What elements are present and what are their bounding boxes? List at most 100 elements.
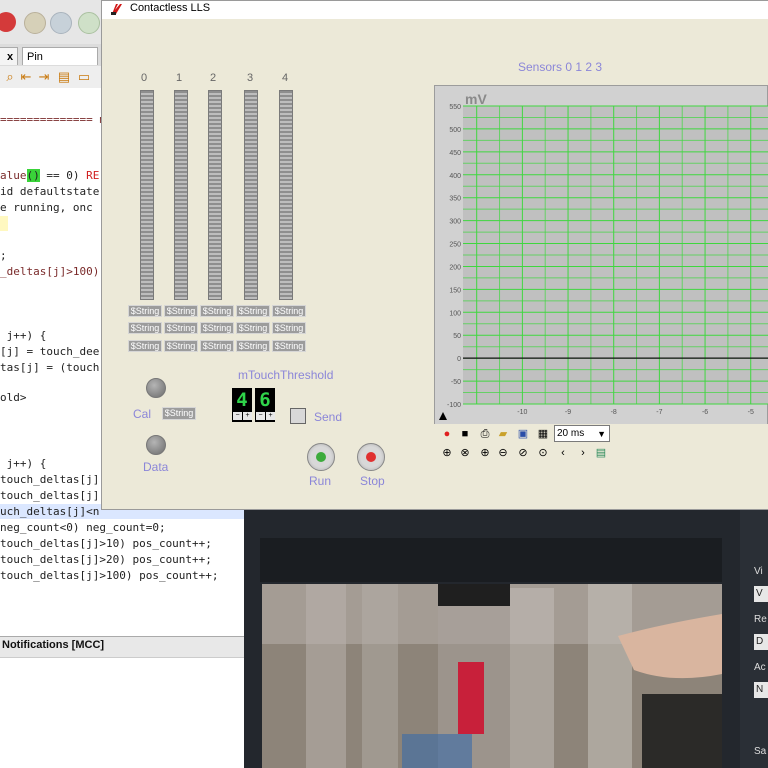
data-indicator-led — [146, 435, 166, 455]
window-titlebar[interactable]: Contactless LLS — [102, 1, 768, 19]
y-tick-label: -100 — [447, 402, 461, 409]
sensor-column-label: 4 — [282, 72, 289, 84]
side-control[interactable]: D — [754, 634, 768, 650]
send-checkbox[interactable] — [290, 408, 306, 424]
side-control[interactable]: V — [754, 586, 768, 602]
code-line: [j] = touch_dee — [0, 345, 100, 358]
chart-title: Sensors 0 1 2 3 — [518, 60, 603, 74]
find-next-icon[interactable]: ⇥ — [36, 69, 52, 84]
video-player-window: Vi V Re D Ac N Sa — [244, 510, 768, 768]
code-line: touch_deltas[j]>10) pos_count++; — [0, 537, 212, 550]
y-tick-label: 200 — [449, 264, 461, 271]
video-frame[interactable] — [262, 584, 722, 768]
search-icon[interactable]: ⌕ — [2, 69, 18, 84]
threshold-digit-value: 4 — [236, 389, 248, 411]
player-side-panel: Vi V Re D Ac N Sa — [740, 510, 768, 768]
sensor-level-bar — [244, 90, 258, 300]
sensor-level-bar — [140, 90, 154, 300]
y-tick-label: 0 — [457, 356, 461, 363]
x-tick-label: -9 — [565, 409, 571, 416]
y-tick-label: 100 — [449, 310, 461, 317]
find-previous-icon[interactable]: ⇤ — [18, 69, 34, 84]
editor-tab-previous[interactable]: x — [0, 47, 18, 65]
time-scale-value: 20 ms — [557, 428, 585, 439]
side-control[interactable]: N — [754, 682, 768, 698]
toggle-bookmark-icon[interactable]: ▭ — [76, 69, 92, 84]
code-line: neg_count<0) neg_count=0; — [0, 521, 166, 534]
zoom-x-icon[interactable]: ⊗ — [458, 446, 472, 460]
zoom-fit-icon[interactable]: ⊕ — [440, 446, 454, 460]
y-axis-label: mV — [465, 91, 487, 107]
side-label: Re — [754, 614, 767, 625]
cal-string-field: $String — [162, 407, 196, 420]
stop-indicator-icon — [366, 452, 376, 462]
time-scale-select[interactable]: 20 ms ▼ — [554, 425, 610, 442]
y-tick-label: 550 — [449, 104, 461, 111]
sensor-string-field: $String — [128, 322, 162, 334]
sensor-string-field: $String — [272, 305, 306, 317]
x-tick-label: -5 — [748, 409, 754, 416]
code-line: j++) { — [0, 329, 47, 342]
sensor-level-bar — [208, 90, 222, 300]
toggle-highlight-icon[interactable]: ▤ — [56, 69, 72, 84]
stop-build-icon[interactable] — [0, 12, 16, 32]
zoom-pan-icon[interactable]: ⊙ — [536, 446, 550, 460]
decrement-icon[interactable]: − — [233, 412, 242, 420]
record-icon[interactable]: ● — [440, 427, 454, 441]
sensor-column-label: 1 — [176, 72, 183, 84]
threshold-digit-value: 6 — [259, 389, 271, 411]
threshold-label: mTouchThreshold — [238, 368, 334, 382]
side-label: Ac — [754, 662, 766, 673]
code-line-blank — [0, 216, 8, 231]
code-line: _deltas[j]>100) — [0, 265, 100, 278]
y-tick-label: 50 — [453, 333, 461, 340]
side-label: Sa — [754, 746, 767, 757]
tab-pin-module[interactable]: Pin Modulex — [22, 47, 98, 81]
sensor-column-label: 0 — [141, 72, 148, 84]
sensor-string-field: $String — [164, 322, 198, 334]
chart-plot: 550500450400350300250200150100500-50-100… — [439, 91, 768, 420]
notifications-panel-tab[interactable]: Notifications [MCC] — [0, 636, 244, 658]
history-icon[interactable]: ▤ — [594, 446, 608, 460]
run-button[interactable] — [307, 443, 335, 471]
increment-icon[interactable]: + — [266, 412, 275, 420]
y-tick-label: 400 — [449, 173, 461, 180]
notifications-label: Notifications [MCC] — [2, 639, 105, 651]
pause-icon[interactable] — [24, 12, 46, 34]
sensor-chart[interactable]: 550 500 450 400 350 300 250 200 150 100 50 0 -50 -100… — [434, 85, 768, 425]
zoom-out-icon[interactable]: ⊖ — [496, 446, 510, 460]
window-title: Contactless LLS — [130, 2, 211, 14]
sensor-string-field: $String — [128, 305, 162, 317]
zoom-reset-icon[interactable]: ⊘ — [516, 446, 530, 460]
save-icon[interactable]: ▣ — [516, 427, 530, 441]
stop-button[interactable] — [357, 443, 385, 471]
sensor-string-field: $String — [200, 305, 234, 317]
y-tick-label: 150 — [449, 287, 461, 294]
x-tick-label: -6 — [702, 409, 708, 416]
threshold-digit-tens[interactable]: 4 − + — [232, 388, 252, 422]
scroll-right-icon[interactable]: › — [576, 446, 590, 460]
code-line: id defaultstate — [0, 185, 100, 198]
stop-icon[interactable]: ■ — [458, 427, 472, 441]
print-icon[interactable]: ⎙ — [478, 427, 492, 441]
data-label: Data — [143, 460, 169, 474]
zoom-in-icon[interactable]: ⊕ — [478, 446, 492, 460]
code-line: ; — [0, 249, 7, 262]
sensor-string-field: $String — [236, 305, 270, 317]
sensor-string-field: $String — [236, 322, 270, 334]
threshold-digit-ones[interactable]: 6 − + — [255, 388, 275, 422]
open-folder-icon[interactable]: ▰ — [496, 427, 510, 441]
sensor-string-field: $String — [272, 322, 306, 334]
app-logo-icon — [110, 2, 124, 16]
code-line: touch_deltas[j]>20) pos_count++; — [0, 553, 212, 566]
scroll-left-icon[interactable]: ‹ — [556, 446, 570, 460]
run-label: Run — [309, 474, 332, 488]
export-image-icon[interactable]: ▦ — [536, 427, 550, 441]
player-header — [260, 538, 722, 582]
code-line: j++) { — [0, 457, 47, 470]
increment-icon[interactable]: + — [243, 412, 252, 420]
continue-icon[interactable] — [78, 12, 100, 34]
sensor-string-field: $String — [236, 340, 270, 352]
reset-icon[interactable] — [50, 12, 72, 34]
decrement-icon[interactable]: − — [256, 412, 265, 420]
